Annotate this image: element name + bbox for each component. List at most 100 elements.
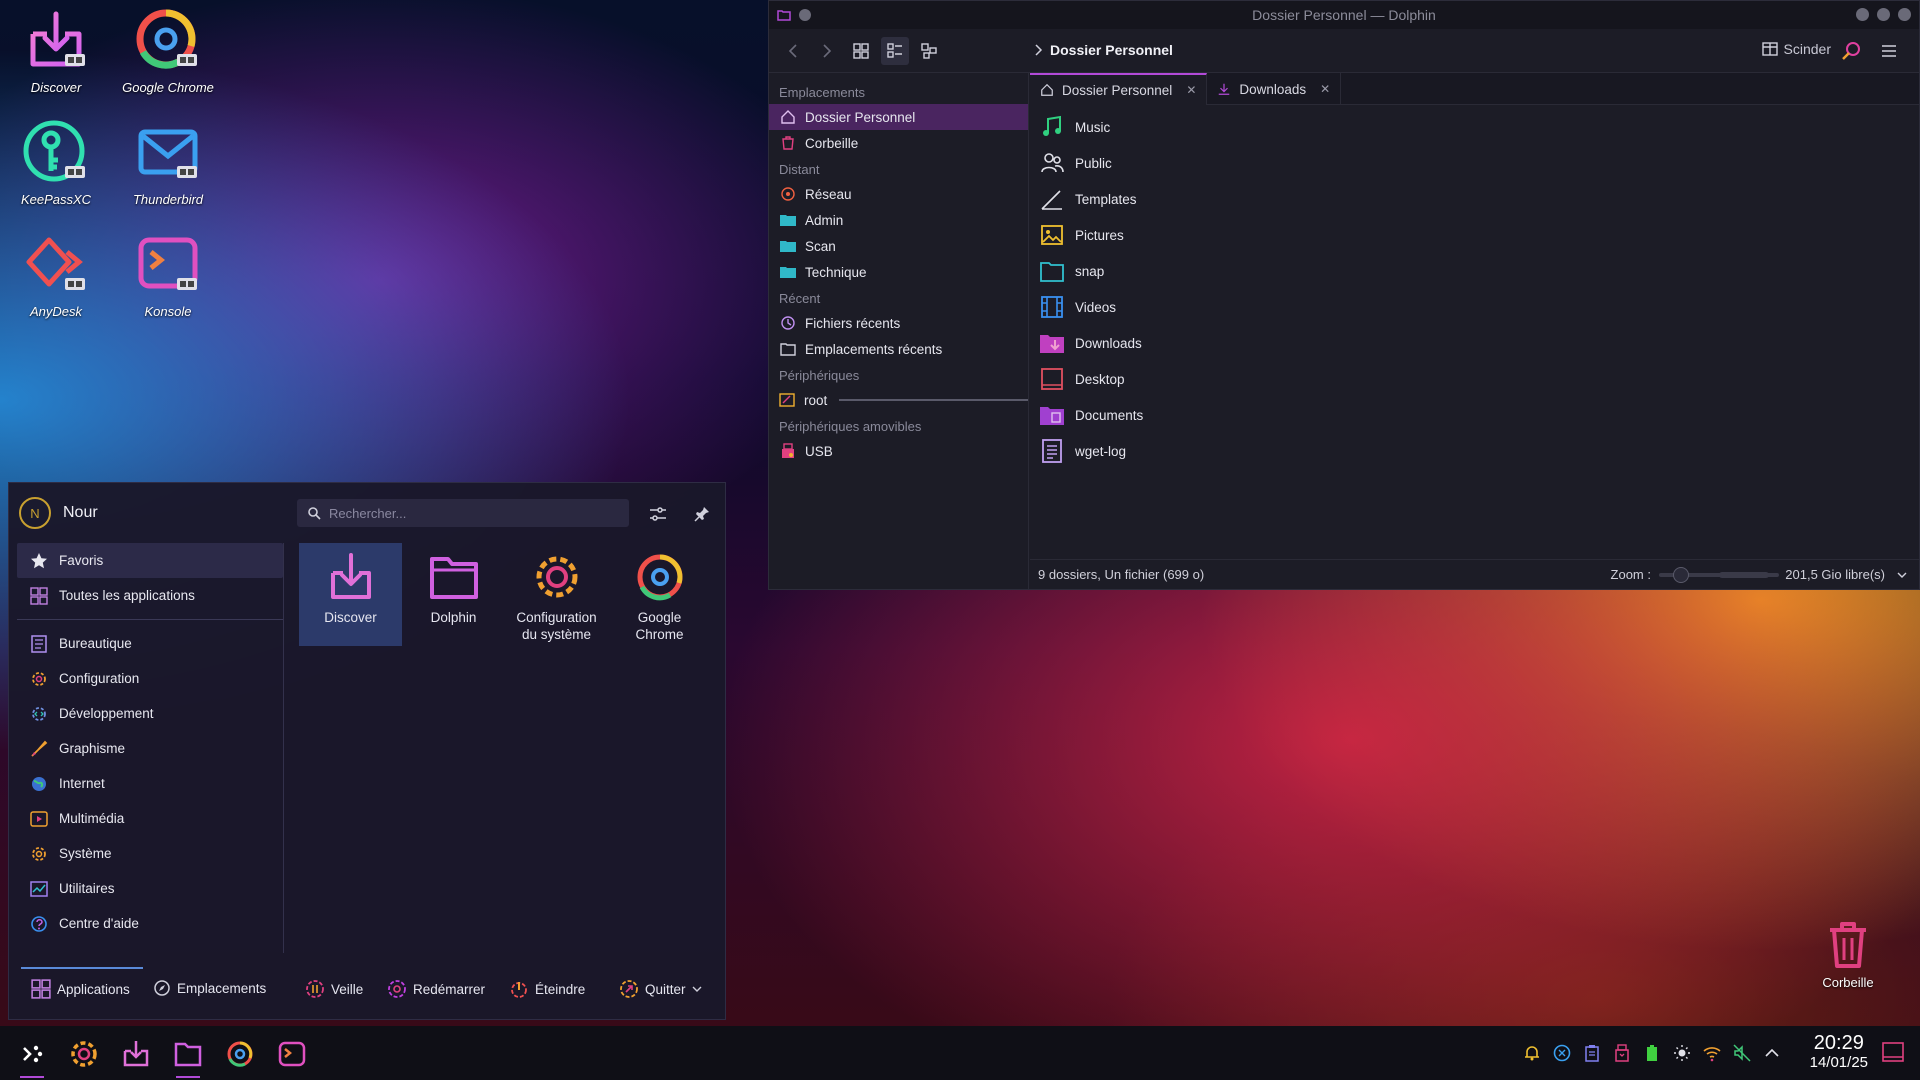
desktop-icon-anydesk[interactable]: AnyDesk (6, 230, 106, 319)
forward-button[interactable] (813, 37, 841, 65)
grid-icon (853, 42, 869, 59)
close-tab-icon[interactable]: ✕ (1320, 82, 1330, 96)
favorite-google-chrome[interactable]: Google Chrome (608, 543, 711, 646)
pictures-icon (1039, 222, 1065, 248)
configure-button[interactable] (645, 501, 671, 527)
category-system[interactable]: Système (17, 836, 283, 871)
taskbar-discover[interactable] (118, 1036, 154, 1072)
tab-home[interactable]: Dossier Personnel ✕ (1030, 73, 1208, 105)
file-item-snap[interactable]: snap (1039, 253, 1143, 289)
search-input[interactable] (329, 505, 619, 521)
close-button[interactable] (1898, 8, 1911, 21)
title-bar[interactable]: Dossier Personnel — Dolphin (769, 1, 1919, 29)
category-favorites[interactable]: Favoris (17, 543, 283, 578)
favorite-discover[interactable]: Discover (299, 543, 402, 646)
category-help[interactable]: Centre d'aide (17, 906, 283, 941)
desktop-icon-discover[interactable]: Discover (6, 6, 106, 95)
minimize-button[interactable] (1856, 8, 1869, 21)
icons-view-button[interactable] (847, 37, 875, 65)
pin-button[interactable] (689, 501, 715, 527)
file-item-music[interactable]: Music (1039, 109, 1143, 145)
breadcrumb[interactable]: Dossier Personnel (1050, 42, 1173, 58)
place-usb[interactable]: USB (769, 438, 1028, 464)
tray-battery[interactable] (1642, 1043, 1662, 1063)
place-technique[interactable]: Technique (769, 259, 1028, 285)
download-icon (1219, 83, 1230, 95)
file-item-videos[interactable]: Videos (1039, 289, 1143, 325)
file-item-desktop[interactable]: Desktop (1039, 361, 1143, 397)
tab-downloads[interactable]: Downloads ✕ (1207, 73, 1342, 105)
favorite-system-settings[interactable]: Configuration du système (505, 543, 608, 646)
details-view-button[interactable] (915, 37, 943, 65)
favorite-dolphin[interactable]: Dolphin (402, 543, 505, 646)
applications-tab[interactable]: Applications (31, 979, 130, 999)
file-item-documents[interactable]: Documents (1039, 397, 1143, 433)
split-button[interactable]: Scinder (1761, 41, 1831, 57)
restart-button[interactable]: Redémarrer (387, 979, 485, 999)
desktop-icon-thunderbird[interactable]: Thunderbird (118, 118, 218, 207)
close-tab-icon[interactable]: ✕ (1186, 83, 1196, 97)
place-admin[interactable]: Admin (769, 207, 1028, 233)
category-development[interactable]: Développement (17, 696, 283, 731)
tray-clipboard[interactable] (1582, 1043, 1602, 1063)
free-space-label: 201,5 Gio libre(s) (1785, 567, 1885, 582)
desktop-icon-konsole[interactable]: Konsole (118, 230, 218, 319)
free-space-bar (1719, 571, 1770, 578)
category-internet[interactable]: Internet (17, 766, 283, 801)
sleep-button[interactable]: Veille (305, 979, 363, 999)
maximize-button[interactable] (1877, 8, 1890, 21)
zoom-slider-handle[interactable] (1673, 566, 1689, 583)
category-multimedia[interactable]: Multimédia (17, 801, 283, 836)
file-item-templates[interactable]: Templates (1039, 181, 1143, 217)
avatar[interactable]: N (19, 497, 51, 529)
menu-button[interactable] (1875, 37, 1903, 65)
desktop-icon-keepassxc[interactable]: KeePassXC (6, 118, 106, 207)
taskbar-system-settings[interactable] (66, 1036, 102, 1072)
tray-volume[interactable] (1732, 1043, 1752, 1063)
taskbar-google-chrome[interactable] (222, 1036, 258, 1072)
file-item-pictures[interactable]: Pictures (1039, 217, 1143, 253)
desktop-icon-google-chrome[interactable]: Google Chrome (118, 6, 218, 95)
place-trash[interactable]: Corbeille (769, 130, 1028, 156)
tray-devices[interactable] (1612, 1043, 1632, 1063)
file-item-public[interactable]: Public (1039, 145, 1143, 181)
category-office[interactable]: Bureautique (17, 626, 283, 661)
desktop-trash[interactable]: Corbeille (1820, 920, 1876, 990)
place-scan[interactable]: Scan (769, 233, 1028, 259)
category-label: Configuration (59, 671, 140, 686)
back-button[interactable] (779, 37, 807, 65)
place-network[interactable]: Réseau (769, 181, 1028, 207)
file-item-wget-log[interactable]: wget-log (1039, 433, 1143, 469)
free-space[interactable]: 201,5 Gio libre(s) (1719, 567, 1907, 582)
place-root[interactable]: root (769, 387, 1028, 413)
tray-expand[interactable] (1762, 1043, 1782, 1063)
place-label: Technique (805, 264, 867, 280)
place-recent-files[interactable]: Fichiers récents (769, 310, 1028, 336)
file-item-downloads[interactable]: Downloads (1039, 325, 1143, 361)
chevron-right-icon (823, 43, 832, 58)
category-graphics[interactable]: Graphisme (17, 731, 283, 766)
tray-updates[interactable] (1552, 1043, 1572, 1063)
place-recent-locations[interactable]: Emplacements récents (769, 336, 1028, 362)
digital-clock[interactable]: 20:29 14/01/25 (1810, 1032, 1868, 1072)
category-utilities[interactable]: Utilitaires (17, 871, 283, 906)
tray-brightness[interactable] (1672, 1043, 1692, 1063)
category-all-apps[interactable]: Toutes les applications (17, 578, 283, 613)
tray-notifications[interactable] (1522, 1043, 1542, 1063)
tray-network[interactable] (1702, 1043, 1722, 1063)
tree-view-icon (921, 42, 937, 59)
file-name: snap (1075, 263, 1105, 279)
taskbar-dolphin[interactable] (170, 1036, 206, 1078)
search-box (297, 499, 629, 527)
category-settings[interactable]: Configuration (17, 661, 283, 696)
places-tab[interactable]: Emplacements (153, 979, 266, 997)
search-button[interactable] (1837, 37, 1865, 65)
place-home[interactable]: Dossier Personnel (769, 104, 1028, 130)
discover-icon (30, 11, 85, 67)
compact-view-button[interactable] (881, 36, 909, 65)
taskbar-konsole[interactable] (274, 1036, 310, 1072)
show-desktop-button[interactable] (1880, 1040, 1906, 1064)
quit-button[interactable]: Quitter (619, 979, 702, 999)
app-launcher-button[interactable] (14, 1036, 50, 1078)
shutdown-button[interactable]: Éteindre (509, 979, 585, 999)
